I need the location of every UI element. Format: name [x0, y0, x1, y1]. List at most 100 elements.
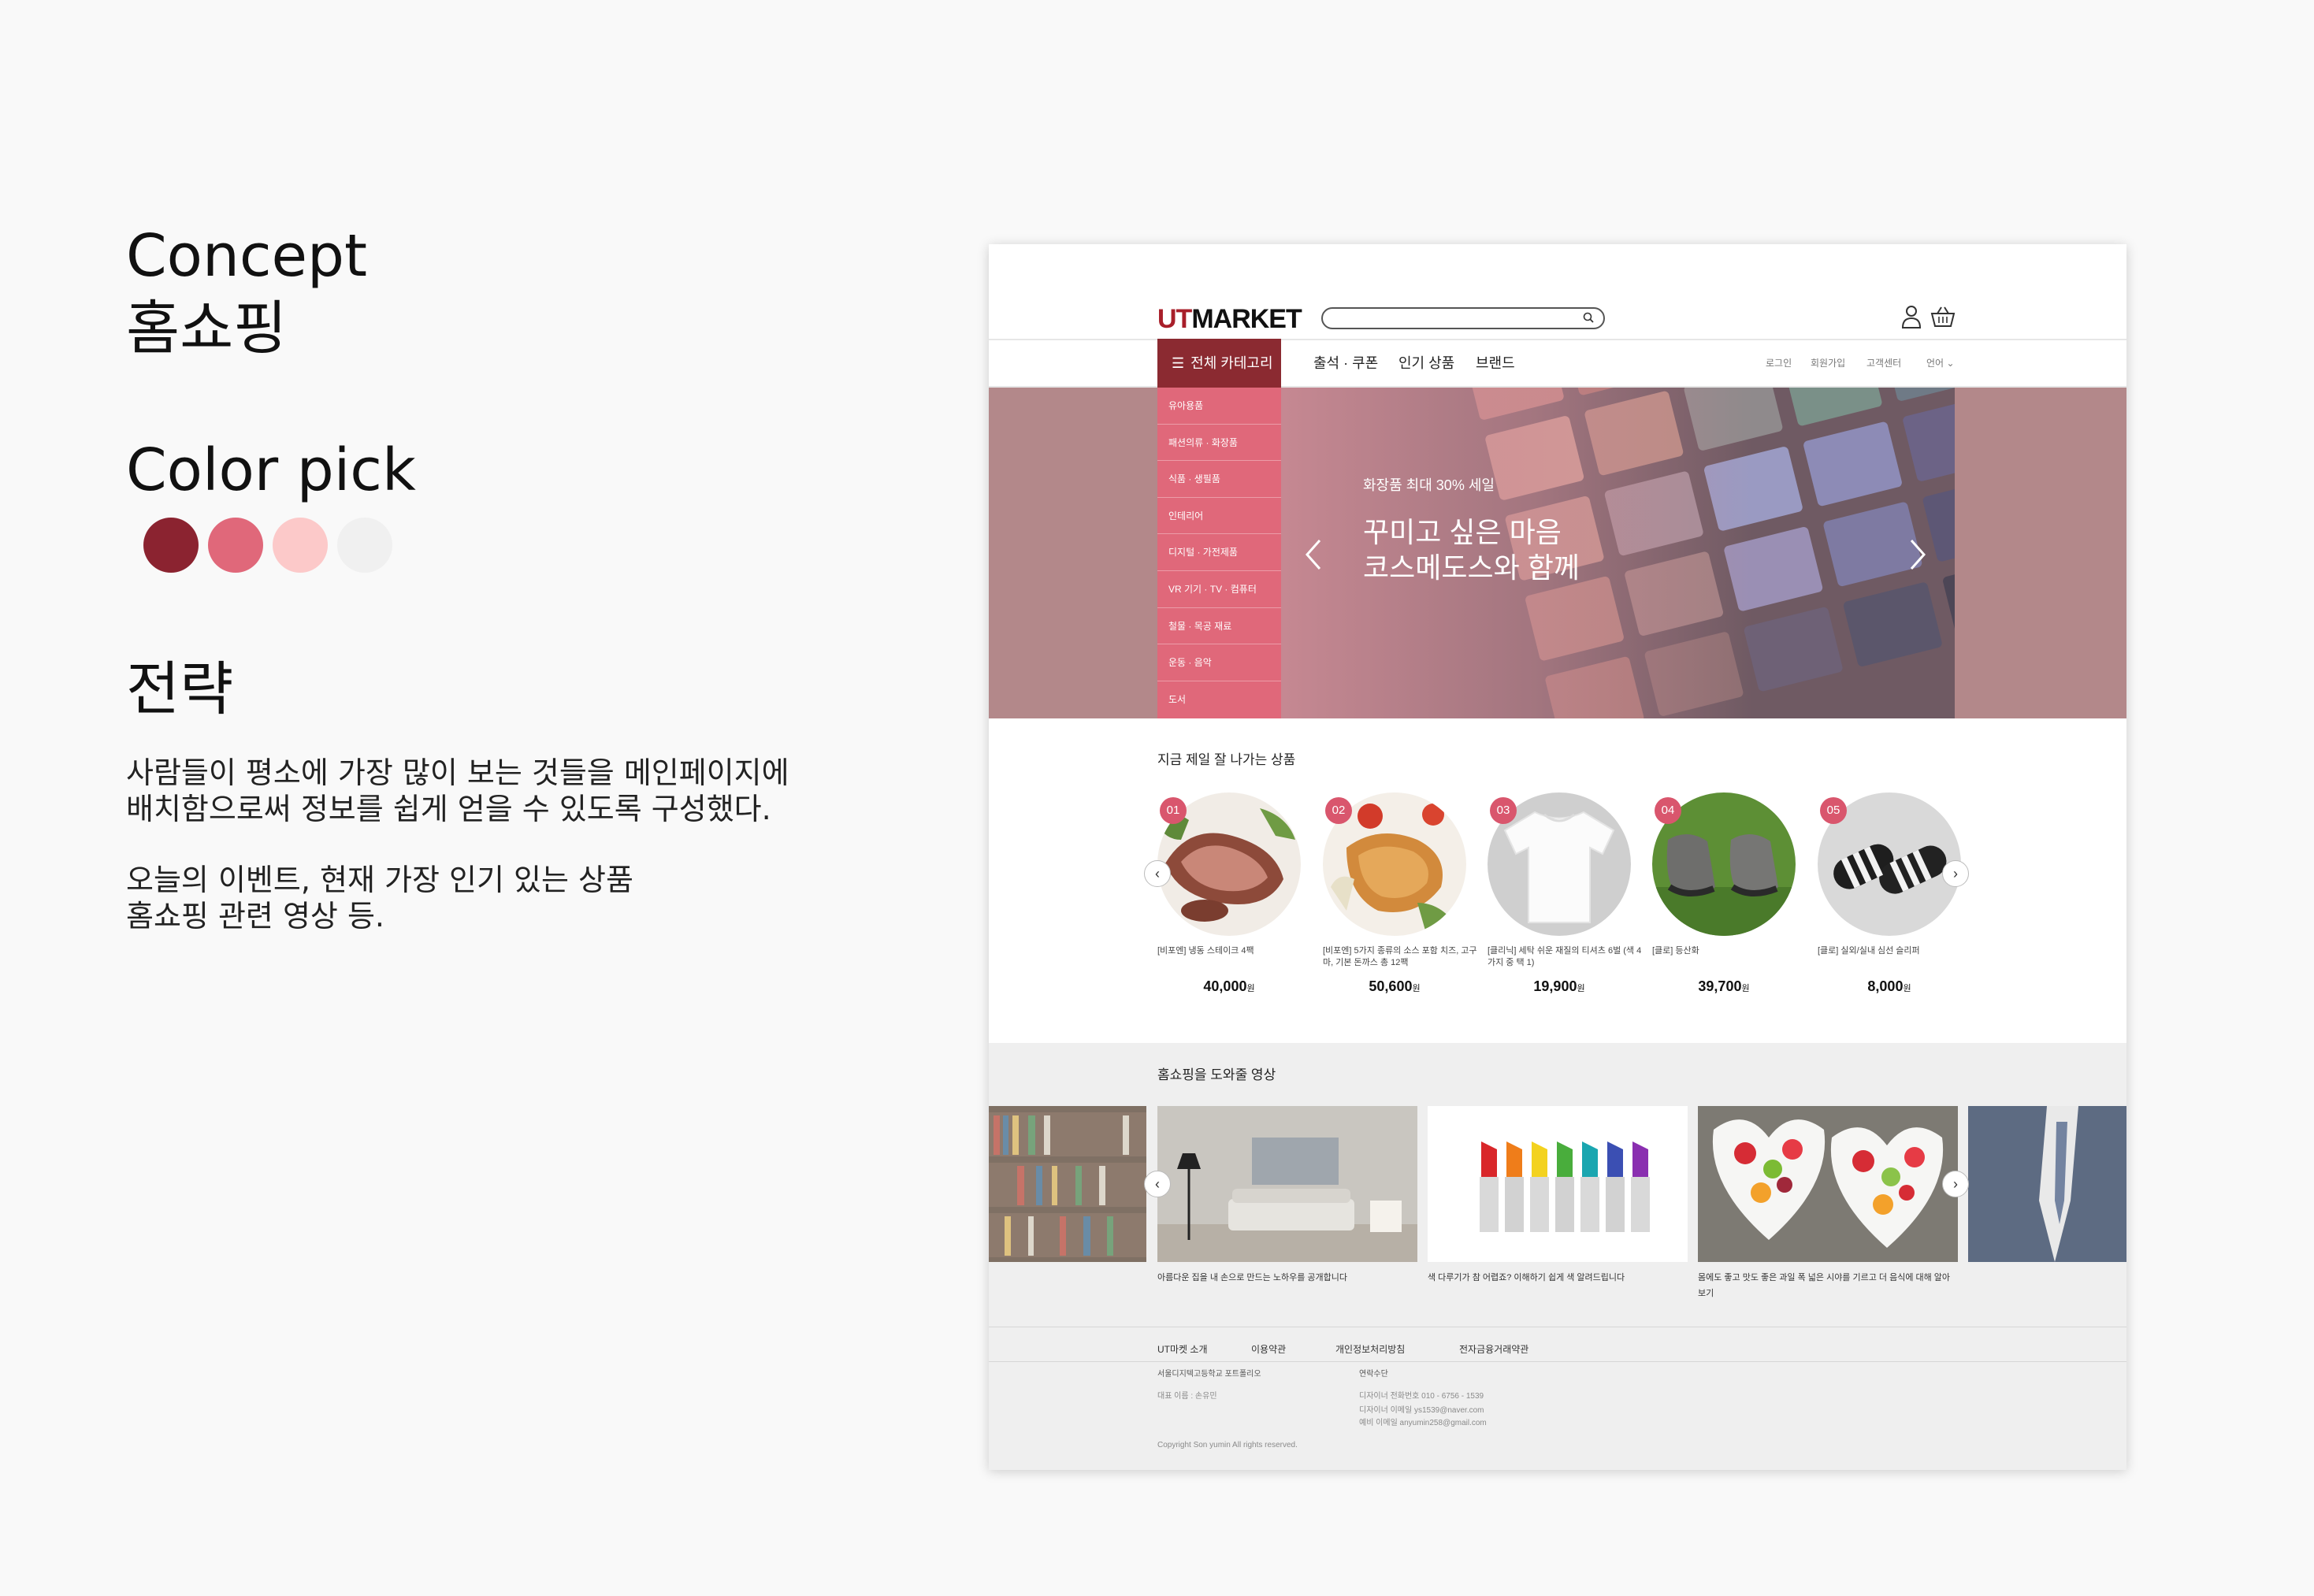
rank-badge: 03 — [1490, 797, 1517, 824]
price-unit: 원 — [1741, 984, 1750, 993]
bookshelf-thumbnail[interactable] — [989, 1106, 1146, 1262]
hero-title-line2: 코스메도스와 함께 — [1363, 551, 1580, 584]
price-value: 19,900 — [1533, 978, 1577, 994]
product-name[interactable]: [클리닉] 세탁 쉬운 재질의 티셔츠 6벌 (색 4가지 중 택 1) — [1488, 945, 1645, 969]
video-prev-button[interactable]: ‹ — [1144, 1171, 1171, 1197]
swatch-light-pink — [273, 518, 328, 573]
category-side-menu: 유아용품 패션의류 · 화장품 식품 · 생필품 인테리어 디지털 · 가전제품… — [1157, 388, 1281, 718]
best-next-button[interactable]: › — [1942, 860, 1969, 887]
side-menu-item[interactable]: 인테리어 — [1157, 498, 1281, 535]
hero-next-arrow-icon[interactable] — [1908, 537, 1927, 572]
site-logo[interactable]: UTMARKET — [1157, 304, 1302, 335]
strategy-line: 홈쇼핑 관련 영상 등. — [126, 899, 384, 933]
lipsticks-thumbnail[interactable] — [1428, 1106, 1688, 1262]
concept-heading: Concept — [126, 222, 368, 290]
product-price: 8,000원 — [1818, 978, 1961, 995]
search-input[interactable] — [1321, 307, 1605, 329]
footer-link-about[interactable]: UT마켓 소개 — [1157, 1342, 1208, 1356]
color-pick-heading: Color pick — [126, 436, 416, 504]
product-price: 39,700원 — [1652, 978, 1796, 995]
footer-divider — [989, 1361, 2126, 1362]
hero-prev-arrow-icon[interactable] — [1304, 537, 1323, 572]
hero-subtitle: 화장품 최대 30% 세일 — [1363, 477, 1495, 493]
chevron-left-icon: ‹ — [1155, 866, 1160, 882]
util-signup[interactable]: 회원가입 — [1811, 339, 1845, 388]
category-button-label: 전체 카테고리 — [1190, 355, 1273, 371]
footer-contact-email: 디자이너 이메일 ys1539@naver.com — [1359, 1406, 1484, 1415]
chevron-down-icon: ⌄ — [1946, 358, 1955, 369]
swatch-light-gray — [337, 518, 392, 573]
footer-company: 서울디지텍고등학교 포트폴리오 — [1157, 1370, 1261, 1379]
product-name[interactable]: [비포엔] 5가지 종류의 소스 포함 치즈, 고구마, 기본 돈까스 총 12… — [1323, 945, 1480, 969]
rank-badge: 04 — [1655, 797, 1681, 824]
side-menu-item[interactable]: 철물 · 목공 재료 — [1157, 608, 1281, 645]
price-value: 8,000 — [1867, 978, 1904, 994]
color-swatches — [143, 518, 392, 573]
search-icon[interactable] — [1583, 312, 1594, 323]
chevron-left-icon: ‹ — [1155, 1176, 1160, 1192]
footer-contact-phone: 디자이너 전화번호 010 - 6756 - 1539 — [1359, 1392, 1484, 1401]
all-category-button[interactable]: ☰ 전체 카테고리 — [1157, 339, 1281, 388]
nav-popular[interactable]: 인기 상품 — [1398, 339, 1454, 388]
product-price: 50,600원 — [1323, 978, 1466, 995]
rank-badge: 01 — [1160, 797, 1187, 824]
basket-icon[interactable] — [1930, 306, 1956, 328]
strategy-heading: 전략 — [126, 655, 234, 723]
video-caption[interactable]: 색 다루기가 참 어렵죠? 이해하기 쉽게 색 알려드립니다 — [1428, 1270, 1688, 1286]
strategy-line: 사람들이 평소에 가장 많이 보는 것들을 메인페이지에 — [126, 755, 789, 790]
side-menu-item[interactable]: 식품 · 생필품 — [1157, 461, 1281, 498]
product-price: 40,000원 — [1157, 978, 1301, 995]
util-customer-center[interactable]: 고객센터 — [1866, 339, 1901, 388]
logo-ut: UT — [1157, 304, 1192, 334]
nav-brand[interactable]: 브랜드 — [1476, 339, 1515, 388]
swatch-dark-red — [143, 518, 199, 573]
strategy-line: 오늘의 이벤트, 현재 가장 인기 있는 상품 — [126, 863, 633, 897]
rank-badge: 05 — [1820, 797, 1847, 824]
chevron-right-icon: › — [1953, 1176, 1958, 1192]
best-products-title: 지금 제일 잘 나가는 상품 — [1157, 752, 1296, 767]
side-menu-item[interactable]: VR 기기 · TV · 컴퓨터 — [1157, 571, 1281, 608]
nav-attendance-coupon[interactable]: 출석 · 쿠폰 — [1313, 339, 1378, 388]
side-menu-item[interactable]: 도서 — [1157, 681, 1281, 718]
video-next-button[interactable]: › — [1942, 1171, 1969, 1197]
side-menu-item[interactable]: 디지털 · 가전제품 — [1157, 534, 1281, 571]
price-value: 40,000 — [1203, 978, 1247, 994]
side-menu-item[interactable]: 패션의류 · 화장품 — [1157, 425, 1281, 462]
chevron-right-icon: › — [1953, 866, 1958, 882]
product-name[interactable]: [클로] 실외/실내 심선 슬리퍼 — [1818, 945, 1975, 957]
strategy-line: 배치함으로써 정보를 쉽게 얻을 수 있도록 구성했다. — [126, 792, 771, 826]
util-login[interactable]: 로그인 — [1766, 339, 1792, 388]
side-menu-item[interactable]: 유아용품 — [1157, 388, 1281, 425]
rank-badge: 02 — [1325, 797, 1352, 824]
product-name[interactable]: [비포엔] 냉동 스테이크 4팩 — [1157, 945, 1315, 957]
suit-thumbnail[interactable] — [1968, 1106, 2126, 1262]
price-value: 50,600 — [1369, 978, 1413, 994]
footer-ceo: 대표 이름 : 손유민 — [1157, 1392, 1217, 1401]
footer-link-terms[interactable]: 이용약관 — [1251, 1342, 1286, 1356]
price-unit: 원 — [1246, 984, 1255, 993]
side-menu-item[interactable]: 운동 · 음악 — [1157, 644, 1281, 681]
swatch-pink — [208, 518, 263, 573]
price-value: 39,700 — [1698, 978, 1742, 994]
price-unit: 원 — [1577, 984, 1585, 993]
footer-copyright: Copyright Son yumin All rights reserved. — [1157, 1441, 1298, 1449]
video-section-title: 홈쇼핑을 도와줄 영상 — [1157, 1067, 1276, 1082]
footer-contact-email2: 예비 이메일 anyumin258@gmail.com — [1359, 1419, 1487, 1427]
product-name[interactable]: [클로] 등산화 — [1652, 945, 1810, 957]
best-prev-button[interactable]: ‹ — [1144, 860, 1171, 887]
util-language[interactable]: 언어 ⌄ — [1926, 339, 1955, 388]
logo-market: MARKET — [1191, 304, 1302, 334]
footer-link-privacy[interactable]: 개인정보처리방침 — [1335, 1342, 1405, 1356]
video-caption[interactable]: 아름다운 집을 내 손으로 만드는 노하우를 공개합니다 — [1157, 1270, 1417, 1286]
product-price: 19,900원 — [1488, 978, 1631, 995]
video-caption[interactable]: 몸에도 좋고 맛도 좋은 과일 폭 넓은 시야를 기르고 더 음식에 대해 알아… — [1698, 1270, 1958, 1301]
concept-subheading: 홈쇼핑 — [126, 295, 288, 362]
fruit-bowl-thumbnail[interactable] — [1698, 1106, 1958, 1262]
menu-icon: ☰ — [1172, 355, 1185, 371]
website-mockup: UTMARKET ☰ 전체 카테고리 출석 · 쿠폰 인기 상품 브랜드 로그인 … — [989, 244, 2126, 1470]
living-room-thumbnail[interactable] — [1157, 1106, 1417, 1262]
user-icon[interactable] — [1900, 304, 1922, 329]
language-label: 언어 — [1926, 358, 1944, 369]
footer-link-e-finance-terms[interactable]: 전자금융거래약관 — [1459, 1342, 1528, 1356]
price-unit: 원 — [1412, 984, 1421, 993]
